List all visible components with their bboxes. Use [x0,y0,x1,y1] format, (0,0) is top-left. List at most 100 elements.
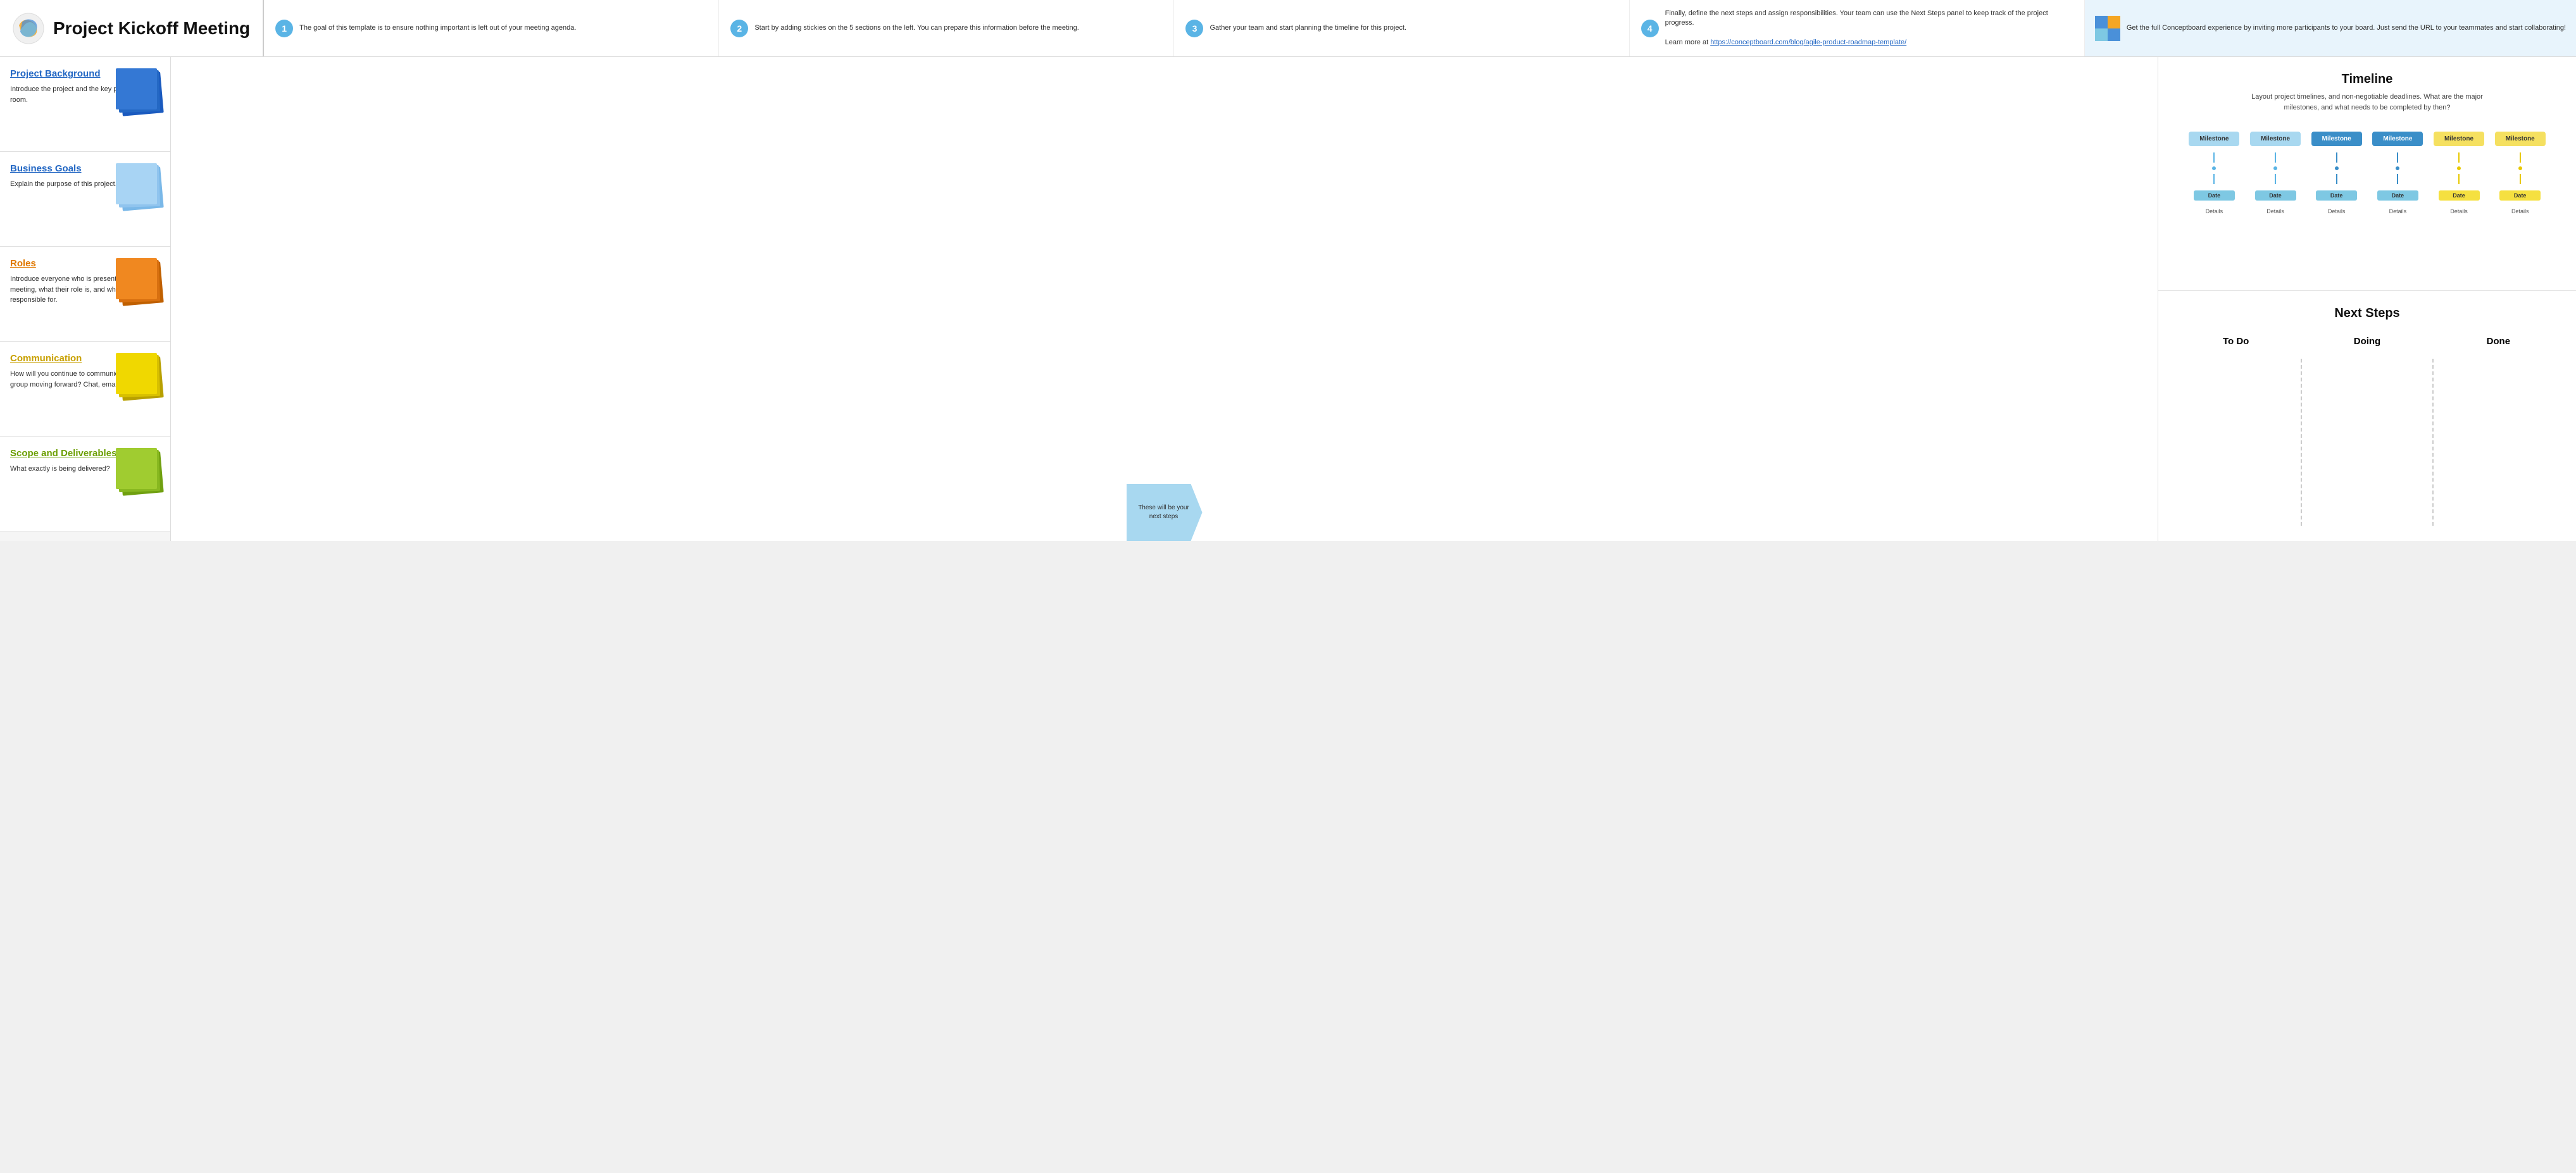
header-steps: 1 The goal of this template is to ensure… [264,0,2085,56]
milestone-col-5: Milestone Date Details [2429,132,2490,214]
step-3: 3 Gather your team and start planning th… [1174,0,1629,56]
milestone-dot-1 [2211,165,2217,171]
milestone-dot-5 [2456,165,2462,171]
details-5: Details [2450,208,2468,214]
section-communication: Communication How will you continue to c… [0,342,170,437]
sticky-ye-3 [116,353,157,394]
header: Project Kickoff Meeting 1 The goal of th… [0,0,2576,57]
header-promo: Get the full Conceptboard experience by … [2085,0,2576,56]
milestone-box-4: Milestone [2372,132,2423,146]
details-4: Details [2389,208,2407,214]
kanban-col-doing: Doing [2308,336,2425,526]
step-text-4: Finally, define the next steps and assig… [1665,9,2073,48]
kanban-header-doing: Doing [2354,336,2381,347]
milestone-stem-3b [2336,174,2337,184]
details-1: Details [2206,208,2223,214]
milestone-col-4: Milestone Date Details [2367,132,2429,214]
sticky-3 [116,68,157,109]
step-4: 4 Finally, define the next steps and ass… [1630,0,2085,56]
timeline-title: Timeline [2177,72,2557,87]
date-box-3: Date [2316,190,2357,201]
sticky-stack-yellow [116,353,160,397]
section-project-background: Project Background Introduce the project… [0,57,170,152]
details-6: Details [2511,208,2529,214]
step-num-2: 2 [730,20,748,37]
kanban-col-done: Done [2440,336,2557,526]
milestone-col-3: Milestone Date Details [2306,132,2367,214]
date-box-4: Date [2377,190,2418,201]
milestone-stem-1 [2213,152,2215,163]
sticky-or-3 [116,258,157,299]
step-text-3: Gather your team and start planning the … [1210,23,1406,33]
timeline-subtitle: Layout project timelines, and non-negoti… [2177,92,2557,113]
section-business-goals: Business Goals Explain the purpose of th… [0,152,170,247]
milestone-stem-2 [2275,152,2276,163]
step-num-4: 4 [1641,20,1659,37]
timeline-section: Timeline Layout project timelines, and n… [2158,57,2576,291]
arrow-shape: These will be your next steps [1127,484,1203,541]
milestone-col-6: Milestone Date Details [2489,132,2551,214]
next-steps-title: Next Steps [2177,306,2557,321]
center-bottom: These will be your next steps [171,484,2158,541]
milestone-dot-3 [2334,165,2340,171]
sticky-stack-green [116,448,160,492]
step-text-2: Start by adding stickies on the 5 sectio… [754,23,1079,33]
kanban-divider-2 [2432,359,2434,526]
step-text-1: The goal of this template is to ensure n… [299,23,576,33]
page-title: Project Kickoff Meeting [53,18,250,39]
milestone-stem-4 [2397,152,2398,163]
arrow-text: These will be your next steps [1132,504,1196,521]
milestone-col-1: Milestone Date Details [2184,132,2245,214]
promo-text: Get the full Conceptboard experience by … [2127,23,2566,33]
milestone-stem-5b [2458,174,2460,184]
logo-area: Project Kickoff Meeting [0,0,264,56]
milestone-stem-6b [2520,174,2521,184]
milestone-dot-6 [2517,165,2523,171]
step-num-1: 1 [275,20,293,37]
milestone-stem-5 [2458,152,2460,163]
milestone-stem-1b [2213,174,2215,184]
milestone-dot-2 [2272,165,2279,171]
milestones-row: Milestone Date Details Milestone Date [2184,132,2551,214]
date-box-5: Date [2439,190,2480,201]
date-box-1: Date [2194,190,2235,201]
kanban-divider-1 [2301,359,2302,526]
logo-icon [13,13,44,44]
milestone-box-1: Milestone [2189,132,2239,146]
milestone-box-2: Milestone [2250,132,2301,146]
kanban-col-todo: To Do [2177,336,2294,526]
milestone-stem-2b [2275,174,2276,184]
timeline-line-container [2184,107,2551,108]
milestone-box-3: Milestone [2311,132,2362,146]
right-panel: Timeline Layout project timelines, and n… [2158,57,2576,541]
details-3: Details [2328,208,2346,214]
main-content: Project Background Introduce the project… [0,57,2576,541]
kanban-board: To Do Doing Done [2177,336,2557,526]
section-scope: Scope and Deliverables What exactly is b… [0,437,170,531]
sticky-lb-3 [116,163,157,204]
step-num-3: 3 [1185,20,1203,37]
milestone-stem-4b [2397,174,2398,184]
sticky-gr-3 [116,448,157,489]
sticky-stack-blue [116,68,160,113]
details-2: Details [2267,208,2284,214]
date-box-2: Date [2255,190,2296,201]
milestone-col-2: Milestone Date Details [2245,132,2306,214]
date-box-6: Date [2499,190,2541,201]
kanban-header-todo: To Do [2223,336,2249,347]
step-4-link[interactable]: https://conceptboard.com/blog/agile-prod… [1710,39,1906,46]
kanban-header-done: Done [2487,336,2511,347]
next-steps-section: Next Steps To Do Doing Done [2158,291,2576,541]
milestone-stem-6 [2520,152,2521,163]
left-panel: Project Background Introduce the project… [0,57,171,541]
promo-icon [2095,16,2120,41]
milestone-box-5: Milestone [2434,132,2484,146]
center-area: These will be your next steps [171,57,2158,541]
step-1: 1 The goal of this template is to ensure… [264,0,719,56]
sticky-stack-lightblue [116,163,160,208]
section-roles: Roles Introduce everyone who is present … [0,247,170,342]
milestone-dot-4 [2394,165,2401,171]
step-2: 2 Start by adding stickies on the 5 sect… [719,0,1174,56]
milestone-stem-3 [2336,152,2337,163]
milestone-box-6: Milestone [2495,132,2546,146]
